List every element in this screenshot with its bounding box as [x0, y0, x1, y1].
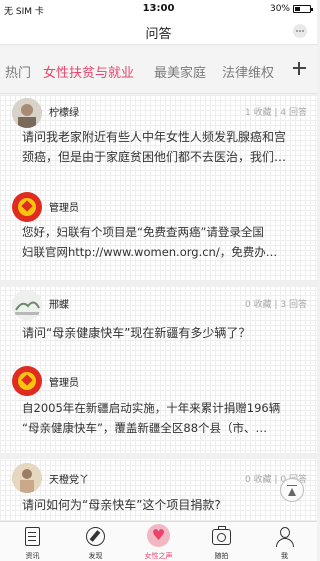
tabbar-label: 女性之声 [144, 552, 173, 560]
tabbar-label: 随拍 [214, 552, 229, 560]
answer-line: 您好，妇联有个项目是“免费查两癌”请登录全国 [22, 225, 264, 239]
tabbar-item-me[interactable]: 我 [253, 522, 316, 561]
answers-count: 4 回答 [280, 108, 307, 118]
answer-line: 自2005年在新疆启动实施，十年来累计捐赠196辆 [22, 401, 281, 415]
divider [0, 453, 317, 459]
question-text[interactable]: 请问如何为“母亲快车”这个项目捐款? [22, 497, 308, 513]
asker-name[interactable]: 邢蝶 [49, 296, 69, 311]
answers-count: 3 回答 [280, 300, 307, 310]
heart-icon [147, 524, 170, 547]
tab-best-family[interactable]: 最美家庭 [154, 62, 206, 81]
answer-line: 妇联官网http://www.women.org.cn/，免费办… [22, 245, 278, 259]
favorites-count: 0 收藏 [245, 475, 272, 485]
tabbar-item-womens-voice[interactable]: 女性之声 [127, 522, 190, 561]
compass-icon [86, 527, 105, 546]
ellipsis-icon [302, 30, 304, 32]
plus-icon[interactable] [293, 62, 306, 75]
question-text[interactable]: 请问我老家附近有些人中年女性人频发乳腺癌和宫 颈癌，但是由于家庭贫困他们都不去医… [22, 129, 308, 165]
avatar[interactable] [12, 463, 42, 493]
answer-text[interactable]: 您好，妇联有个项目是“免费查两癌”请登录全国 妇联官网http://www.wo… [22, 224, 308, 261]
ellipsis-icon [296, 30, 298, 32]
question-line: 颈癌，但是由于家庭贫困他们都不去医治，我们… [22, 150, 287, 164]
battery-percentage: 30% [269, 4, 290, 14]
divider [0, 281, 317, 287]
avatar[interactable] [12, 98, 42, 128]
tabbar-item-news[interactable]: 资讯 [1, 522, 64, 561]
asker-name[interactable]: 柠檬绿 [49, 104, 79, 119]
admin-emblem-icon [12, 366, 42, 396]
favorites-count: 1 收藏 [245, 108, 272, 118]
tabbar-label: 资讯 [25, 552, 40, 560]
tabbar-item-snapshot[interactable]: 随拍 [190, 522, 253, 561]
page-title: 问答 [145, 27, 172, 42]
question-line: 请问我老家附近有些人中年女性人频发乳腺癌和宫 [22, 130, 287, 144]
category-tabs: 热门 女性扶贫与就业 最美家庭 法律维权 [0, 46, 317, 94]
admin-emblem-icon [12, 192, 42, 222]
question-text[interactable]: 请问“母亲健康快车”现在新疆有多少辆了？ [22, 325, 308, 341]
answer-text[interactable]: 自2005年在新疆启动实施，十年来累计捐赠196辆 “母亲健康快车”，覆盖新疆全… [22, 400, 308, 437]
nav-bar: 问答 [0, 18, 317, 45]
tab-women-poverty-employment[interactable]: 女性扶贫与就业 [43, 62, 134, 81]
status-bar: 无 SIM 卡 13:00 30% [0, 0, 317, 18]
question-stats: 0 收藏 | 3 回答 [245, 300, 307, 310]
more-options-button[interactable] [293, 24, 307, 38]
bottom-tab-bar: 资讯 发现 女性之声 随拍 我 [0, 521, 317, 561]
tabbar-item-discover[interactable]: 发现 [64, 522, 127, 561]
person-icon [275, 527, 294, 547]
avatar[interactable] [12, 290, 42, 320]
tab-legal-rights[interactable]: 法律维权 [222, 62, 274, 81]
answerer-name: 管理员 [49, 203, 79, 214]
favorites-count: 0 收藏 [245, 300, 272, 310]
ellipsis-icon [299, 30, 301, 32]
battery-icon [293, 5, 313, 13]
user-photo-icon [12, 98, 42, 128]
tabbar-label: 我 [281, 552, 288, 560]
qa-list[interactable]: 柠檬绿 1 收藏 | 4 回答 请问我老家附近有些人中年女性人频发乳腺癌和宫 颈… [0, 95, 317, 521]
question-stats: 1 收藏 | 4 回答 [245, 108, 307, 118]
question-line: 请问“母亲健康快车”现在新疆有多少辆了？ [22, 326, 251, 340]
question-line: 请问如何为“母亲快车”这个项目捐款? [22, 498, 221, 512]
answer-line: “母亲健康快车”，覆盖新疆全区88个县（市、… [22, 421, 268, 435]
document-icon [25, 527, 40, 546]
asker-name[interactable]: 天橙党丫 [49, 471, 89, 486]
user-photo-icon [12, 290, 42, 320]
camera-icon [212, 526, 231, 545]
answerer-name: 管理员 [49, 378, 79, 389]
user-photo-icon [12, 463, 42, 493]
scroll-to-top-button[interactable] [280, 478, 304, 502]
tab-hot[interactable]: 热门 [5, 62, 31, 81]
tabbar-label: 发现 [88, 552, 103, 560]
